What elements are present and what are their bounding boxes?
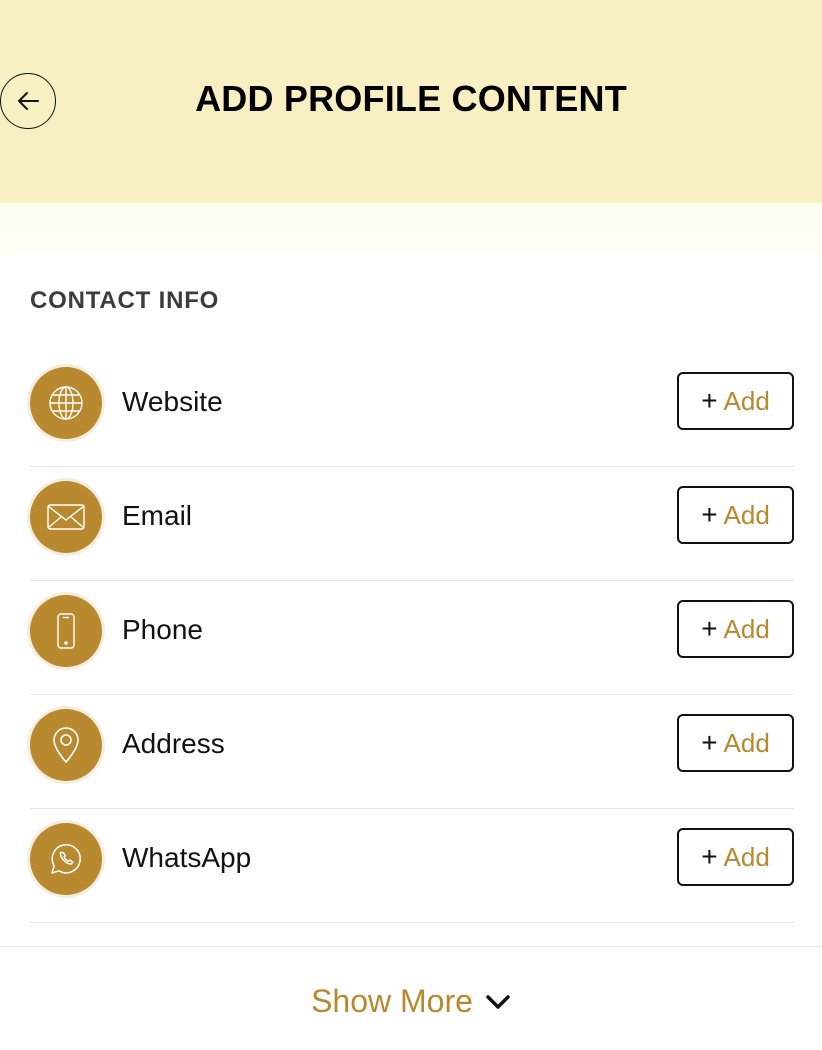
- list-item-phone: Phone + Add: [30, 581, 794, 695]
- envelope-icon: [30, 481, 102, 553]
- add-label: Add: [723, 499, 770, 530]
- item-label: Website: [122, 386, 223, 417]
- chevron-down-icon: [486, 994, 510, 1009]
- whatsapp-icon: [30, 823, 102, 895]
- mobile-phone-icon: [30, 595, 102, 667]
- map-pin-icon: [30, 709, 102, 781]
- list-item-whatsapp: WhatsApp + Add: [30, 809, 794, 923]
- section-title: CONTACT INFO: [30, 287, 220, 314]
- contact-info-card: CONTACT INFO Website + Add Email + Add P…: [0, 253, 822, 1050]
- add-website-button[interactable]: + Add: [677, 372, 794, 430]
- list-item-website: Website + Add: [30, 353, 794, 467]
- page-title: ADD PROFILE CONTENT: [195, 78, 627, 119]
- item-label: Phone: [122, 614, 203, 645]
- item-label: Email: [122, 500, 193, 531]
- list-item-email: Email + Add: [30, 467, 794, 581]
- add-label: Add: [723, 727, 770, 758]
- item-label: WhatsApp: [122, 842, 252, 873]
- list-item-address: Address + Add: [30, 695, 794, 809]
- plus-icon: +: [701, 727, 718, 758]
- globe-icon: [30, 367, 102, 439]
- plus-icon: +: [701, 385, 718, 416]
- header-bar: ADD PROFILE CONTENT: [0, 0, 822, 203]
- add-whatsapp-button[interactable]: + Add: [677, 828, 794, 886]
- add-label: Add: [723, 385, 770, 416]
- add-address-button[interactable]: + Add: [677, 714, 794, 772]
- item-label: Address: [122, 728, 225, 759]
- footer-bar: Show More: [0, 946, 822, 1050]
- add-label: Add: [723, 613, 770, 644]
- show-more-label: Show More: [311, 983, 473, 1019]
- add-email-button[interactable]: + Add: [677, 486, 794, 544]
- plus-icon: +: [701, 499, 718, 530]
- plus-icon: +: [701, 613, 718, 644]
- add-phone-button[interactable]: + Add: [677, 600, 794, 658]
- show-more-button[interactable]: Show More: [0, 983, 822, 1020]
- add-label: Add: [723, 841, 770, 872]
- plus-icon: +: [701, 841, 718, 872]
